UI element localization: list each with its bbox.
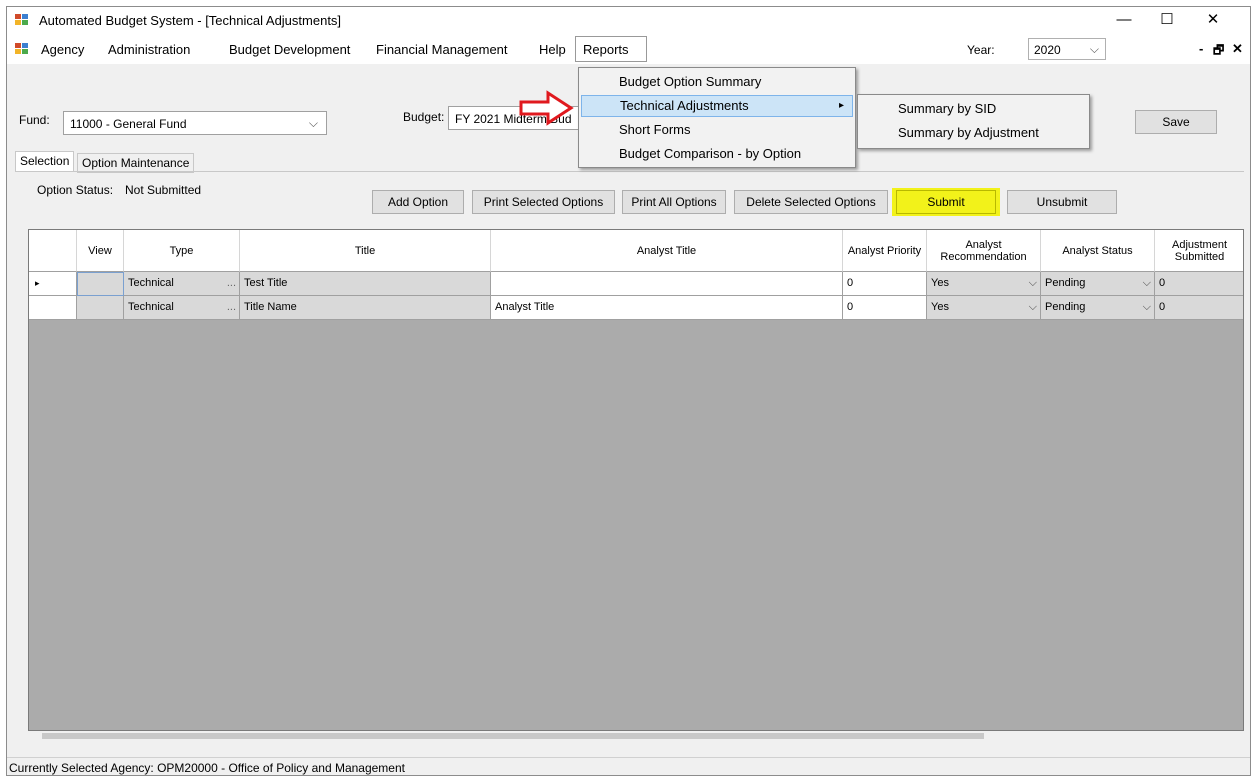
row-header[interactable] bbox=[29, 296, 77, 320]
tab-option-maintenance[interactable]: Option Maintenance bbox=[77, 153, 195, 173]
print-all-options-button[interactable]: Print All Options bbox=[622, 190, 726, 214]
fund-select[interactable]: 11000 - General Fund ⌵ bbox=[63, 111, 327, 135]
column-header-type[interactable]: Type bbox=[124, 230, 240, 272]
column-header-analyst-recommendation[interactable]: Analyst Recommendation bbox=[927, 230, 1041, 272]
title-bar: Automated Budget System - [Technical Adj… bbox=[7, 7, 1250, 34]
print-selected-options-button[interactable]: Print Selected Options bbox=[472, 190, 615, 214]
menu-bar: Agency Administration Budget Development… bbox=[7, 34, 1250, 64]
mdi-restore-button[interactable]: 🗗 bbox=[1213, 41, 1224, 62]
title-cell[interactable]: Title Name bbox=[240, 296, 491, 320]
menu-reports-label: Reports bbox=[583, 42, 629, 57]
close-button[interactable]: ✕ bbox=[1196, 9, 1230, 31]
column-header-view[interactable]: View bbox=[77, 230, 124, 272]
analyst-title-cell[interactable]: Analyst Title bbox=[491, 296, 843, 320]
year-value: 2020 bbox=[1034, 43, 1061, 57]
row-header-corner bbox=[29, 230, 77, 272]
view-cell[interactable] bbox=[77, 272, 124, 296]
menu-reports[interactable]: Reports bbox=[575, 36, 647, 62]
option-status-label: Option Status: bbox=[37, 183, 114, 197]
year-select[interactable]: 2020 ⌵ bbox=[1028, 38, 1106, 60]
column-header-analyst-title[interactable]: Analyst Title bbox=[491, 230, 843, 272]
window-title: Automated Budget System - [Technical Adj… bbox=[39, 13, 342, 28]
options-grid[interactable]: View Type Title Analyst Title Analyst Pr… bbox=[28, 229, 1244, 731]
reports-dropdown: Budget Option Summary Technical Adjustme… bbox=[578, 67, 856, 168]
app-icon bbox=[15, 14, 29, 26]
fund-label: Fund: bbox=[19, 113, 50, 127]
menu-item-short-forms[interactable]: Short Forms bbox=[581, 119, 853, 141]
ellipsis-button[interactable]: ... bbox=[227, 296, 236, 319]
adjustment-submitted-cell: 0 bbox=[1155, 296, 1243, 320]
submit-button[interactable]: Submit bbox=[896, 190, 996, 214]
ellipsis-button[interactable]: ... bbox=[227, 272, 236, 295]
analyst-recommendation-cell[interactable]: Yes ⌵ bbox=[927, 296, 1041, 320]
tab-selection[interactable]: Selection bbox=[15, 151, 75, 171]
analyst-status-cell[interactable]: Pending ⌵ bbox=[1041, 272, 1155, 296]
table-row[interactable]: ▸ Technical... Test Title 0 Yes ⌵ Pending… bbox=[29, 272, 1243, 296]
menu-item-summary-by-sid[interactable]: Summary by SID bbox=[860, 98, 1087, 120]
scrollbar-thumb[interactable] bbox=[42, 733, 984, 739]
delete-selected-options-button[interactable]: Delete Selected Options bbox=[734, 190, 888, 214]
view-cell[interactable] bbox=[77, 296, 124, 320]
horizontal-scrollbar[interactable] bbox=[28, 731, 1244, 741]
status-bar: Currently Selected Agency: OPM20000 - Of… bbox=[7, 757, 1250, 778]
mdi-child-icon bbox=[15, 43, 29, 55]
analyst-status-cell[interactable]: Pending ⌵ bbox=[1041, 296, 1155, 320]
tab-divider bbox=[15, 171, 1244, 172]
menu-agency[interactable]: Agency bbox=[41, 42, 84, 57]
menu-budget-development[interactable]: Budget Development bbox=[229, 42, 350, 57]
chevron-down-icon: ⌵ bbox=[1142, 301, 1151, 313]
column-header-analyst-priority[interactable]: Analyst Priority bbox=[843, 230, 927, 272]
table-row[interactable]: Technical... Title Name Analyst Title 0 … bbox=[29, 296, 1243, 320]
menu-item-budget-option-summary[interactable]: Budget Option Summary bbox=[581, 71, 853, 93]
menu-financial-management[interactable]: Financial Management bbox=[376, 42, 508, 57]
chevron-down-icon: ⌵ bbox=[1028, 301, 1037, 313]
minimize-button[interactable]: — bbox=[1107, 9, 1141, 31]
column-header-adjustment-submitted[interactable]: Adjustment Submitted bbox=[1155, 230, 1243, 272]
budget-label: Budget: bbox=[403, 110, 445, 124]
maximize-button[interactable]: ☐ bbox=[1150, 9, 1184, 31]
option-status-value: Not Submitted bbox=[125, 183, 202, 197]
save-button[interactable]: Save bbox=[1135, 110, 1217, 134]
menu-administration[interactable]: Administration bbox=[108, 42, 190, 57]
column-header-analyst-status[interactable]: Analyst Status bbox=[1041, 230, 1155, 272]
add-option-button[interactable]: Add Option bbox=[372, 190, 464, 214]
chevron-down-icon: ⌵ bbox=[1142, 277, 1151, 289]
analyst-priority-cell[interactable]: 0 bbox=[843, 296, 927, 320]
analyst-recommendation-cell[interactable]: Yes ⌵ bbox=[927, 272, 1041, 296]
fund-value: 11000 - General Fund bbox=[70, 117, 187, 131]
chevron-down-icon: ⌵ bbox=[308, 116, 318, 130]
status-text: Currently Selected Agency: OPM20000 - Of… bbox=[9, 761, 405, 775]
mdi-close-button[interactable]: ✕ bbox=[1232, 41, 1243, 57]
column-header-title[interactable]: Title bbox=[240, 230, 491, 272]
menu-help[interactable]: Help bbox=[539, 42, 566, 57]
title-cell[interactable]: Test Title bbox=[240, 272, 491, 296]
red-arrow-icon bbox=[519, 90, 574, 126]
menu-item-technical-adjustments[interactable]: Technical Adjustments ▸ bbox=[581, 95, 853, 117]
unsubmit-button[interactable]: Unsubmit bbox=[1007, 190, 1117, 214]
chevron-down-icon: ⌵ bbox=[1089, 42, 1099, 56]
mdi-minimize-button[interactable]: - bbox=[1199, 41, 1203, 56]
chevron-down-icon: ⌵ bbox=[1028, 277, 1037, 289]
analyst-title-cell[interactable] bbox=[491, 272, 843, 296]
technical-adjustments-submenu: Summary by SID Summary by Adjustment bbox=[857, 94, 1090, 149]
submenu-arrow-icon: ▸ bbox=[838, 100, 844, 111]
adjustment-submitted-cell: 0 bbox=[1155, 272, 1243, 296]
menu-item-summary-by-adjustment[interactable]: Summary by Adjustment bbox=[860, 122, 1087, 144]
type-cell[interactable]: Technical... bbox=[124, 272, 240, 296]
grid-header: View Type Title Analyst Title Analyst Pr… bbox=[29, 230, 1243, 272]
type-cell[interactable]: Technical... bbox=[124, 296, 240, 320]
analyst-priority-cell[interactable]: 0 bbox=[843, 272, 927, 296]
menu-item-budget-comparison[interactable]: Budget Comparison - by Option bbox=[581, 143, 853, 165]
year-label: Year: bbox=[967, 43, 995, 57]
row-indicator-icon: ▸ bbox=[29, 272, 77, 296]
